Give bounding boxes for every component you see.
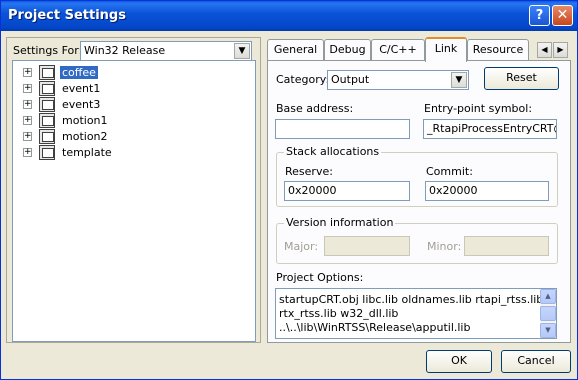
reset-button[interactable]: Reset <box>484 67 559 90</box>
entry-point-label: Entry-point symbol: <box>424 102 533 115</box>
scroll-thumb[interactable] <box>540 306 556 321</box>
tab-link[interactable]: Link <box>425 37 467 62</box>
expand-icon[interactable]: + <box>23 148 32 157</box>
tree-item-label: template <box>62 146 112 159</box>
major-input[interactable] <box>324 236 410 256</box>
project-options-line-3: ..\..\lib\WinRTSS\Release\apputil.lib <box>279 321 471 334</box>
project-icon <box>39 65 55 80</box>
ok-button[interactable]: OK <box>426 350 492 373</box>
project-tree[interactable]: + coffee + event1 + event3 + motion1 + motion2 + te… <box>12 60 256 342</box>
project-options-textarea[interactable]: startupCRT.obj libc.lib oldnames.lib rta… <box>275 288 557 339</box>
project-icon <box>39 81 55 96</box>
tab-c-cpp[interactable]: C/C++ <box>371 39 425 61</box>
tab-strip: General Debug C/C++ Link Resource <box>267 37 553 62</box>
close-button[interactable]: ✕ <box>552 5 573 26</box>
project-options-scrollbar[interactable]: ▲ ▼ <box>540 289 556 338</box>
tab-debug[interactable]: Debug <box>324 39 371 61</box>
base-address-label: Base address: <box>276 102 354 115</box>
expand-icon[interactable]: + <box>23 132 32 141</box>
cancel-button[interactable]: Cancel <box>501 350 571 373</box>
commit-label: Commit: <box>426 165 473 178</box>
scroll-down-icon[interactable]: ▼ <box>540 323 556 338</box>
expand-icon[interactable]: + <box>23 116 32 125</box>
project-icon <box>39 97 55 112</box>
tree-item-label: coffee <box>60 66 98 79</box>
project-options-line-1: startupCRT.obj libc.lib oldnames.lib rta… <box>279 293 544 306</box>
category-value: Output <box>331 73 370 86</box>
project-icon <box>39 129 55 144</box>
category-label: Category: <box>276 73 330 86</box>
settings-for-value: Win32 Release <box>84 44 166 57</box>
tree-item-label: event3 <box>62 98 101 111</box>
version-information-title: Version information <box>284 216 396 229</box>
tree-item-label: motion2 <box>62 130 108 143</box>
tree-item-label: event1 <box>62 82 101 95</box>
project-options-label: Project Options: <box>276 271 364 284</box>
project-icon <box>39 113 55 128</box>
scroll-up-icon[interactable]: ▲ <box>540 289 556 304</box>
stack-allocations-title: Stack allocations <box>284 145 382 158</box>
project-options-line-2: rtx_rtss.lib w32_dll.lib <box>279 307 399 320</box>
expand-icon[interactable]: + <box>23 84 32 93</box>
commit-input[interactable]: 0x20000 <box>425 181 549 201</box>
chevron-down-icon[interactable]: ▼ <box>234 43 250 59</box>
tab-scroll-left-icon[interactable]: ◀ <box>537 42 552 58</box>
category-dropdown[interactable]: Output ▼ <box>327 70 469 90</box>
window-title: Project Settings <box>8 8 126 23</box>
project-icon <box>39 145 55 160</box>
expand-icon[interactable]: + <box>23 68 32 77</box>
minor-input[interactable] <box>464 236 549 256</box>
settings-for-label: Settings For: <box>13 44 83 57</box>
base-address-input[interactable] <box>275 119 410 139</box>
tree-item-label: motion1 <box>62 114 108 127</box>
tab-scroll-right-icon[interactable]: ▶ <box>553 42 568 58</box>
major-label: Major: <box>284 240 319 253</box>
tab-general[interactable]: General <box>267 39 324 61</box>
settings-for-dropdown[interactable]: Win32 Release ▼ <box>80 41 252 61</box>
project-settings-dialog: Project Settings ? ✕ Settings For: Win32… <box>0 0 578 380</box>
help-button[interactable]: ? <box>529 5 550 26</box>
title-bar[interactable]: Project Settings ? ✕ <box>1 1 577 31</box>
expand-icon[interactable]: + <box>23 100 32 109</box>
entry-point-input[interactable]: _RtapiProcessEntryCRT@8 <box>423 119 557 139</box>
tab-resource[interactable]: Resource <box>467 39 529 61</box>
reserve-label: Reserve: <box>285 165 333 178</box>
chevron-down-icon[interactable]: ▼ <box>451 72 467 88</box>
minor-label: Minor: <box>427 240 462 253</box>
reserve-input[interactable]: 0x20000 <box>284 181 410 201</box>
